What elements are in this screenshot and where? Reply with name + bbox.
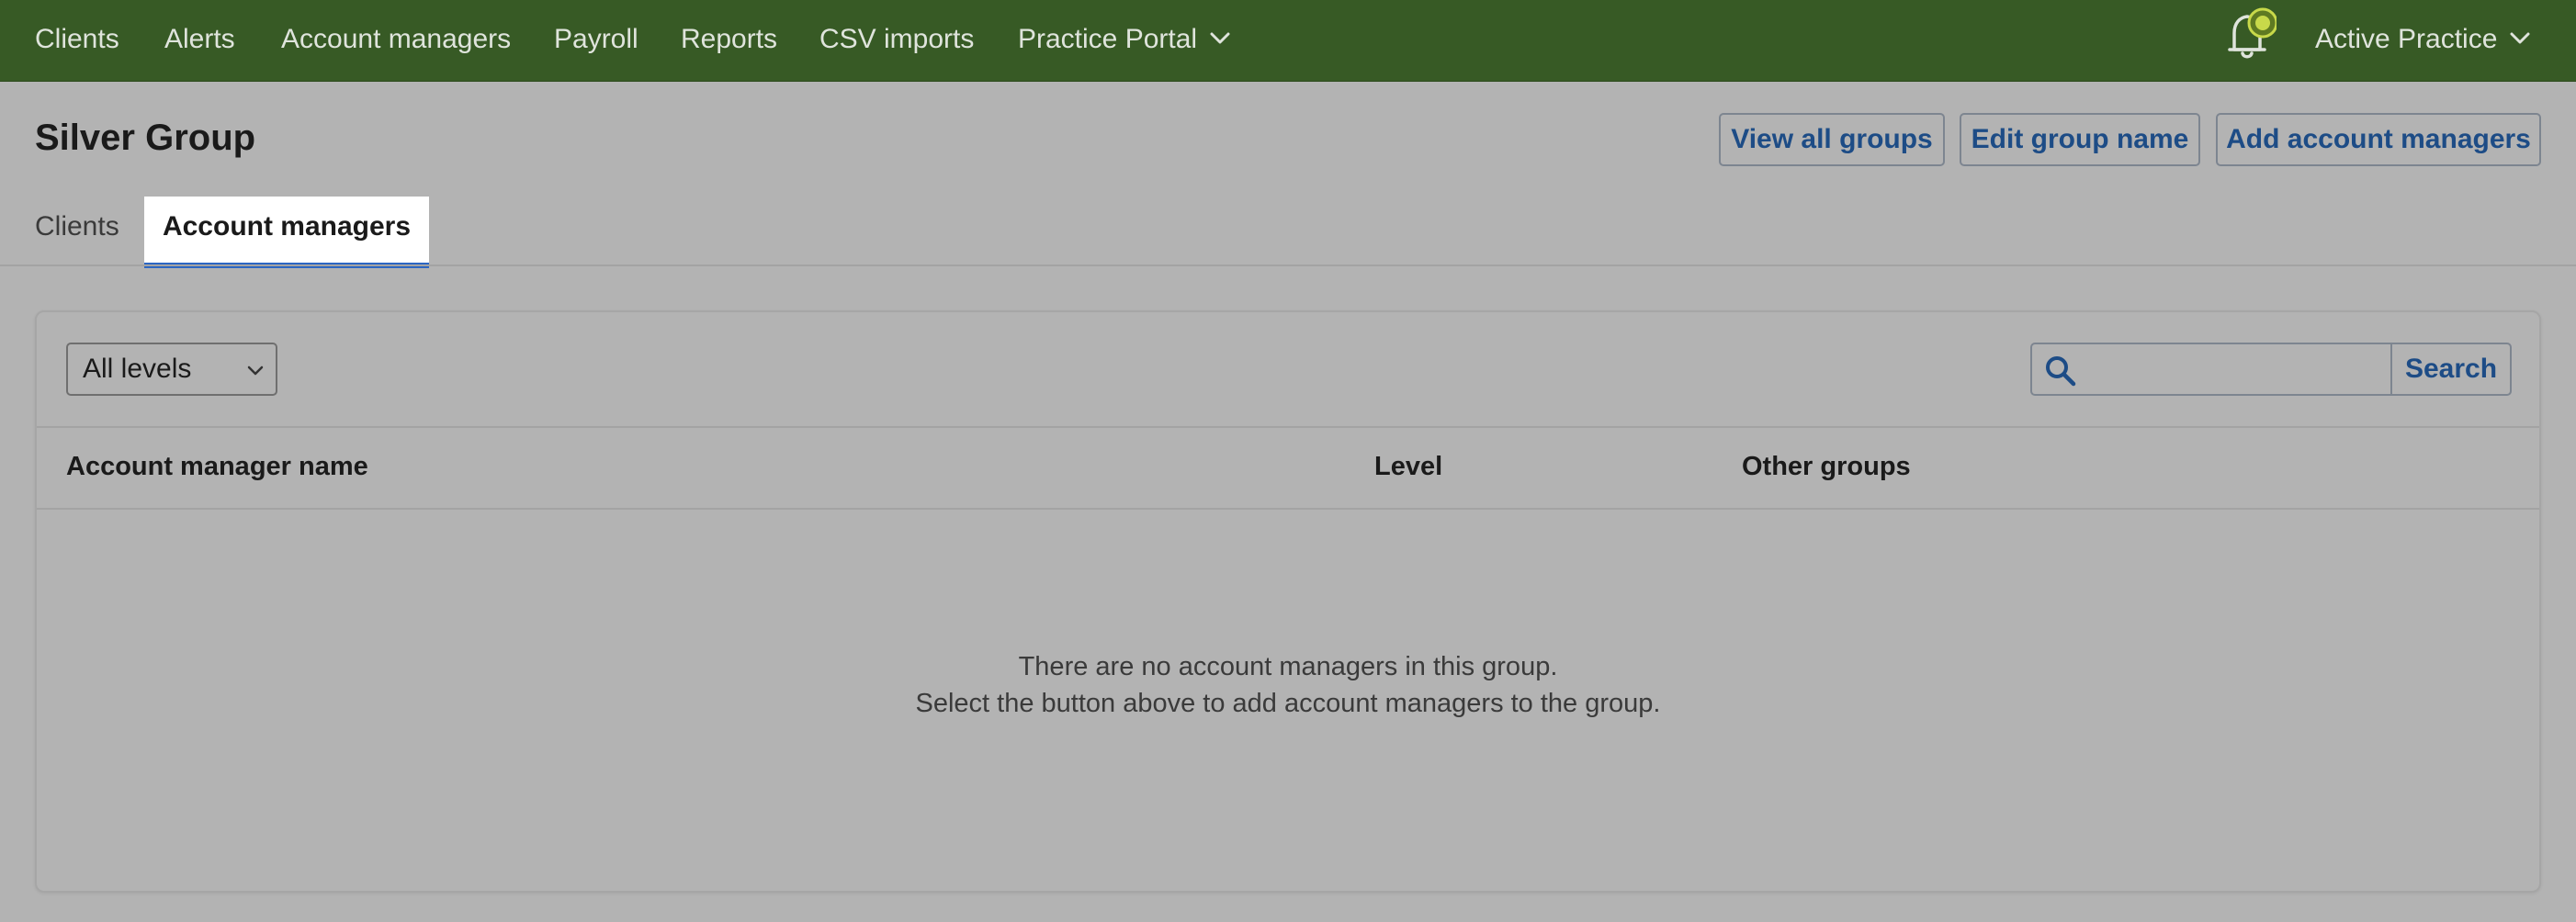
chevron-down-icon	[1210, 32, 1230, 44]
nav-item-alerts[interactable]: Alerts	[164, 0, 235, 79]
chevron-down-icon	[2510, 32, 2530, 44]
search-input[interactable]	[2087, 346, 2385, 394]
search-icon	[2046, 356, 2076, 387]
level-filter-value: All levels	[83, 354, 192, 384]
empty-state-hint: Select the button above to add account m…	[915, 689, 1661, 718]
level-filter-select[interactable]: All levels	[66, 343, 277, 396]
notification-bell-icon[interactable]	[2221, 6, 2277, 64]
nav-item-practice-portal-label: Practice Portal	[1018, 24, 1198, 54]
view-all-groups-button[interactable]: View all groups	[1719, 113, 1945, 166]
edit-group-name-button[interactable]: Edit group name	[1960, 113, 2200, 166]
nav-item-payroll[interactable]: Payroll	[554, 0, 638, 79]
tabs-divider	[0, 264, 2576, 266]
top-navigation-bar: Clients Alerts Account managers Payroll …	[0, 0, 2576, 82]
account-menu-label: Active Practice	[2315, 24, 2498, 54]
account-managers-panel: All levels Search Account manager name L…	[35, 310, 2541, 893]
column-header-level: Level	[1374, 452, 1443, 481]
column-header-other-groups: Other groups	[1742, 452, 1911, 481]
table-header-divider	[37, 508, 2539, 510]
account-menu[interactable]: Active Practice	[2315, 0, 2530, 79]
tab-account-managers[interactable]: Account managers	[144, 197, 429, 268]
nav-item-practice-portal[interactable]: Practice Portal	[1018, 0, 1230, 79]
search-button[interactable]: Search	[2390, 343, 2512, 396]
toolbar-divider	[37, 426, 2539, 428]
nav-item-reports[interactable]: Reports	[681, 0, 777, 79]
page-title: Silver Group	[35, 118, 256, 158]
nav-item-account-managers[interactable]: Account managers	[281, 0, 511, 79]
tab-clients[interactable]: Clients	[35, 197, 119, 268]
add-account-managers-button[interactable]: Add account managers	[2216, 113, 2541, 166]
nav-item-clients[interactable]: Clients	[35, 0, 119, 79]
search-field-container	[2030, 343, 2392, 396]
column-header-account-manager-name: Account manager name	[66, 452, 368, 481]
chevron-down-icon	[247, 365, 264, 376]
nav-item-csv-imports[interactable]: CSV imports	[819, 0, 974, 79]
empty-state-message: There are no account managers in this gr…	[1018, 652, 1558, 681]
